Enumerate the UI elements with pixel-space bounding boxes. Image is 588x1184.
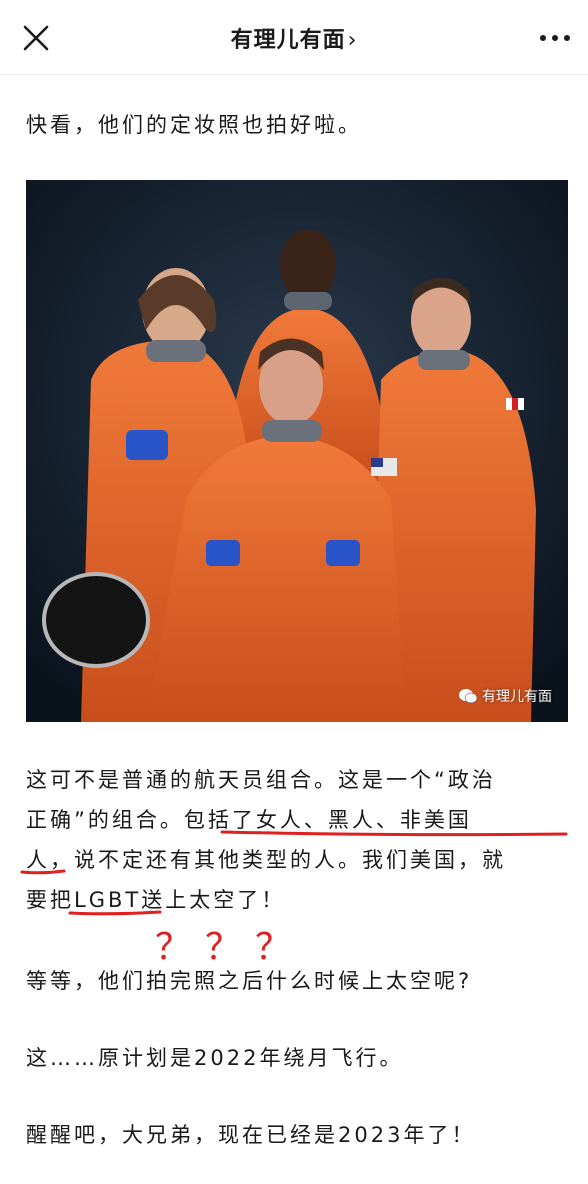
top-bar: 有理儿有面› bbox=[0, 0, 588, 75]
account-title-link[interactable]: 有理儿有面› bbox=[0, 22, 588, 54]
paragraph-2: 等等，他们拍完照之后什么时候上太空呢? bbox=[26, 969, 473, 993]
body-paragraph: 这可不是普通的航天员组合。这是一个“政治 正确”的组合。包括了女人、黑人、非美国… bbox=[26, 760, 566, 920]
chevron-right-icon: › bbox=[347, 28, 358, 53]
body-line-3: 人，说不定还有其他类型的人。我们美国，就 bbox=[26, 840, 566, 880]
photo-watermark: 有理儿有面 bbox=[458, 686, 552, 706]
watermark-text: 有理儿有面 bbox=[482, 689, 552, 705]
underlined-phrase-2: 人， bbox=[26, 848, 74, 872]
body-line-4: 要把LGBT送上太空了！ bbox=[26, 880, 566, 920]
underlined-phrase-1: 包括了女人、黑人、非美国 bbox=[183, 808, 472, 832]
intro-paragraph: 快看，他们的定妆照也拍好啦。 bbox=[26, 113, 362, 137]
body-line-4-start: 要把 bbox=[26, 888, 74, 912]
crew-illustration bbox=[26, 180, 568, 722]
astronaut-crew-photo[interactable]: 有理儿有面 bbox=[26, 180, 568, 722]
paragraph-4: 醒醒吧，大兄弟，现在已经是2023年了！ bbox=[26, 1123, 476, 1147]
body-line-4-rest: 送上太空了！ bbox=[141, 888, 286, 912]
account-name: 有理儿有面 bbox=[230, 28, 346, 53]
underlined-lgbt: LGBT bbox=[74, 888, 142, 912]
wechat-icon bbox=[458, 688, 478, 704]
paragraph-3: 这……原计划是2022年绕月飞行。 bbox=[26, 1046, 404, 1070]
body-line-2-start: 正确”的组合。 bbox=[26, 808, 184, 832]
body-line-1: 这可不是普通的航天员组合。这是一个“政治 bbox=[26, 768, 496, 792]
body-line-3-rest: 说不定还有其他类型的人。我们美国，就 bbox=[74, 848, 506, 872]
body-line-2: 正确”的组合。包括了女人、黑人、非美国 bbox=[26, 800, 566, 840]
more-icon[interactable] bbox=[538, 28, 572, 48]
